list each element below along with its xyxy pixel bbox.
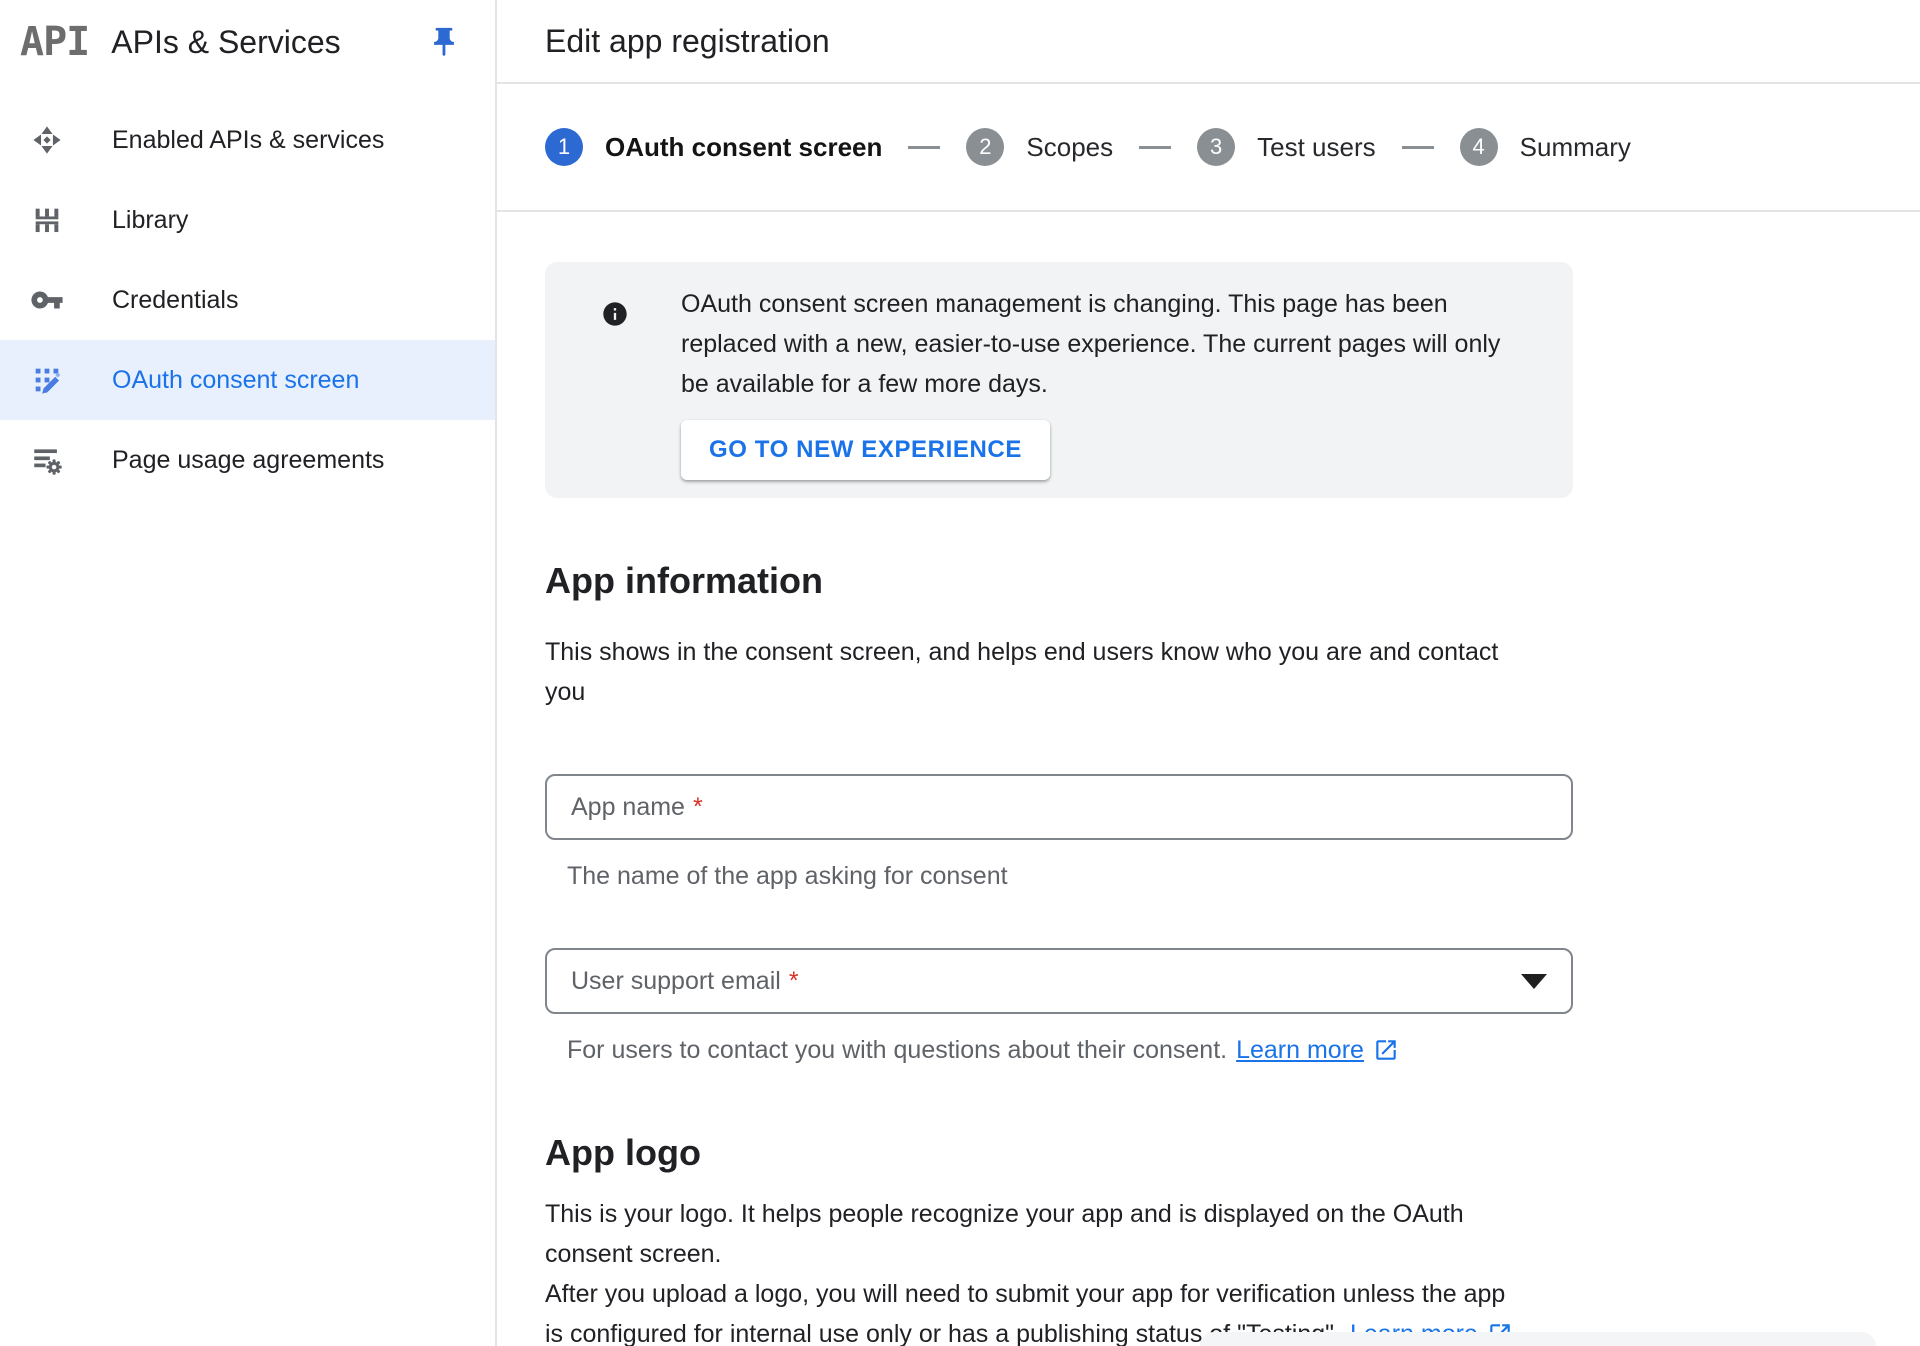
page-content: OAuth consent screen management is chang…: [497, 262, 1920, 1346]
sidebar-item-label: Library: [112, 206, 188, 235]
app-name-helper: The name of the app asking for consent: [567, 856, 1920, 896]
step-connector: [1402, 146, 1434, 149]
external-link-icon[interactable]: [1373, 1037, 1399, 1063]
product-title: APIs & Services: [111, 24, 427, 61]
dropdown-arrow-icon: [1521, 974, 1547, 989]
user-support-email-placeholder: User support email: [571, 967, 781, 996]
step-label: Summary: [1520, 132, 1631, 163]
step-test-users[interactable]: 3 Test users: [1197, 128, 1376, 166]
step-oauth-consent-screen[interactable]: 1 OAuth consent screen: [545, 128, 882, 166]
step-number-badge: 1: [545, 128, 583, 166]
list-gear-icon: [30, 443, 64, 477]
user-support-email-select[interactable]: User support email *: [545, 948, 1573, 1014]
step-connector: [908, 146, 940, 149]
required-asterisk: *: [693, 793, 703, 822]
sidebar-item-label: Page usage agreements: [112, 446, 384, 475]
sidebar-item-label: OAuth consent screen: [112, 366, 359, 395]
key-icon: [30, 283, 64, 317]
oauth-consent-icon: [30, 363, 64, 397]
sidebar-item-credentials[interactable]: Credentials: [0, 260, 495, 340]
main-area: Edit app registration 1 OAuth consent sc…: [497, 0, 1920, 1346]
learn-more-link[interactable]: Learn more: [1236, 1030, 1364, 1070]
pin-icon[interactable]: [427, 25, 461, 59]
banner-line: be available for a few more days.: [681, 364, 1573, 404]
app-name-placeholder: App name: [571, 793, 685, 822]
step-number-badge: 3: [1197, 128, 1235, 166]
app-logo-description: This is your logo. It helps people recog…: [545, 1194, 1920, 1346]
step-connector: [1139, 146, 1171, 149]
sidebar-item-page-usage-agreements[interactable]: Page usage agreements: [0, 420, 495, 500]
step-summary[interactable]: 4 Summary: [1460, 128, 1631, 166]
page-title: Edit app registration: [545, 23, 830, 60]
step-number-badge: 4: [1460, 128, 1498, 166]
step-scopes[interactable]: 2 Scopes: [966, 128, 1113, 166]
user-support-email-helper: For users to contact you with questions …: [567, 1030, 1920, 1070]
sidebar-item-label: Credentials: [112, 286, 238, 315]
description-line: After you upload a logo, you will need t…: [545, 1274, 1920, 1314]
step-label: Scopes: [1026, 132, 1113, 163]
app-window: API APIs & Services: [0, 0, 1920, 1346]
info-icon: [601, 300, 629, 328]
sidebar: API APIs & Services: [0, 0, 497, 1346]
step-number-badge: 2: [966, 128, 1004, 166]
helper-text: For users to contact you with questions …: [567, 1030, 1227, 1070]
app-information-description: This shows in the consent screen, and he…: [545, 632, 1920, 712]
app-name-input[interactable]: App name *: [545, 774, 1573, 840]
sidebar-item-enabled-apis[interactable]: Enabled APIs & services: [0, 100, 495, 180]
sidebar-nav: Enabled APIs & services Library: [0, 84, 495, 500]
banner-line: replaced with a new, easier-to-use exper…: [681, 324, 1573, 364]
sidebar-item-oauth-consent-screen[interactable]: OAuth consent screen: [0, 340, 495, 420]
app-information-heading: App information: [545, 560, 1920, 602]
banner-line: OAuth consent screen management is chang…: [681, 284, 1573, 324]
description-line: This shows in the consent screen, and he…: [545, 632, 1920, 672]
sidebar-header: API APIs & Services: [0, 0, 495, 84]
description-line: you: [545, 672, 1920, 712]
sidebar-item-label: Enabled APIs & services: [112, 126, 384, 155]
step-label: Test users: [1257, 132, 1376, 163]
step-label: OAuth consent screen: [605, 132, 882, 163]
deprecation-banner: OAuth consent screen management is chang…: [545, 262, 1573, 498]
description-line: This is your logo. It helps people recog…: [545, 1194, 1920, 1234]
main-header: Edit app registration: [497, 0, 1920, 84]
sidebar-item-library[interactable]: Library: [0, 180, 495, 260]
go-to-new-experience-button[interactable]: GO TO NEW EXPERIENCE: [681, 420, 1050, 480]
required-asterisk: *: [789, 967, 799, 996]
banner-message: OAuth consent screen management is chang…: [681, 284, 1573, 404]
wizard-stepper: 1 OAuth consent screen 2 Scopes 3 Test u…: [497, 84, 1920, 212]
api-logo: API: [20, 19, 89, 65]
library-icon: [30, 203, 64, 237]
enabled-apis-icon: [30, 123, 64, 157]
description-line: consent screen.: [545, 1234, 1920, 1274]
app-logo-heading: App logo: [545, 1132, 1920, 1174]
cutoff-element: [1200, 1332, 1876, 1346]
